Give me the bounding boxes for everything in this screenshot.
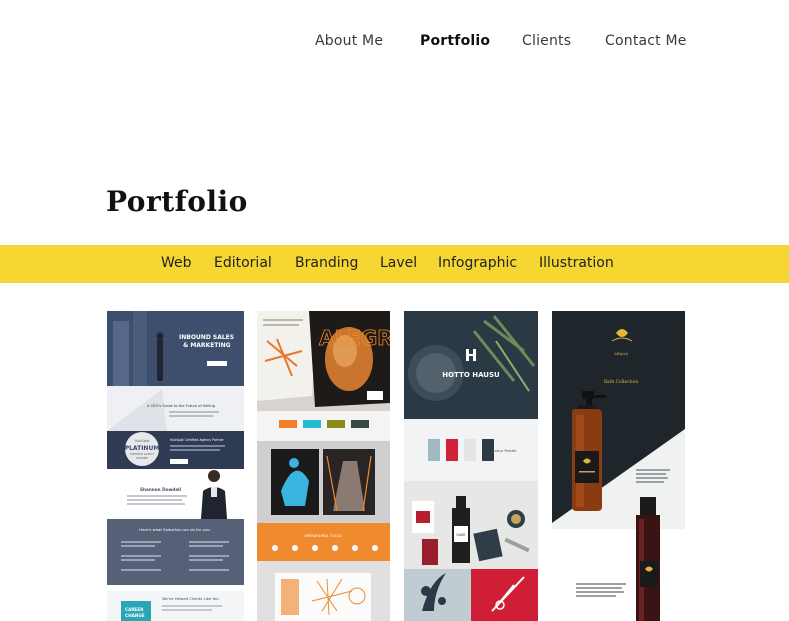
top-nav: About Me Portfolio Clients Contact Me: [0, 33, 789, 53]
web-services-title: Here's what SalesHub can do for you:: [139, 527, 210, 532]
filter-web[interactable]: Web: [161, 255, 192, 271]
label-collection: Bath Collection: [604, 380, 639, 385]
nav-about-me[interactable]: About Me: [315, 33, 383, 49]
portfolio-tile-editorial[interactable]: ALEGRE OPERATIONAL TOOLS: [257, 311, 390, 621]
branding-palette-label: Colour Palette: [492, 449, 517, 453]
filter-branding[interactable]: Branding: [295, 255, 358, 271]
nav-clients[interactable]: Clients: [522, 33, 571, 49]
editorial-section-label: OPERATIONAL TOOLS: [304, 534, 343, 538]
label-brand: Alfiyah: [613, 351, 628, 356]
web-person-name: Shannon Dowdall: [140, 487, 182, 492]
web-book-text2: CHANGE: [125, 613, 145, 618]
web-mockup: INBOUND SALES & MARKETING A CEO's Guide …: [107, 311, 244, 621]
branding-swatch-3: [464, 439, 476, 461]
branding-bottle-label: SAKE: [456, 533, 465, 537]
web-hero-line1: INBOUND SALES: [179, 334, 234, 341]
web-hero-line2: & MARKETING: [183, 342, 231, 349]
web-badge-sub1: CERTIFIED AGENCY: [130, 452, 155, 456]
web-badge-top: HubSpot: [134, 439, 150, 443]
filter-editorial[interactable]: Editorial: [214, 255, 272, 271]
web-badge-sub2: PARTNER: [136, 456, 148, 460]
web-badge-main: PLATINUM: [125, 445, 160, 452]
editorial-swatch-3: [327, 420, 345, 428]
web-book-text1: CAREER: [125, 607, 144, 612]
web-badge-side: HubSpot Certified Agency Partner: [170, 438, 224, 442]
editorial-swatch-4: [351, 420, 369, 428]
editorial-swatch-1: [279, 420, 297, 428]
portfolio-tile-label[interactable]: Alfiyah Bath Collection: [552, 311, 685, 621]
portfolio-tile-web[interactable]: INBOUND SALES & MARKETING A CEO's Guide …: [107, 311, 244, 621]
filter-illustration[interactable]: Illustration: [539, 255, 614, 271]
page-title: Portfolio: [106, 185, 248, 218]
branding-logo-text: HOTTO HAUSU: [442, 371, 500, 379]
editorial-mockup: ALEGRE OPERATIONAL TOOLS: [257, 311, 390, 621]
web-clients-title: We've Helped Clients Like You: [162, 596, 219, 601]
category-filter-bar: Web Editorial Branding Lavel Infographic…: [0, 245, 789, 283]
branding-mockup: HOTTO HAUSU Colour Palette SAKE: [404, 311, 538, 621]
filter-infographic[interactable]: Infographic: [438, 255, 517, 271]
editorial-swatch-2: [303, 420, 321, 428]
web-guide-title: A CEO's Guide to the Future of Selling: [147, 404, 215, 408]
branding-swatch-1: [428, 439, 440, 461]
nav-contact-me[interactable]: Contact Me: [605, 33, 687, 49]
filter-lavel[interactable]: Lavel: [380, 255, 417, 271]
nav-portfolio[interactable]: Portfolio: [420, 33, 490, 49]
label-mockup: Alfiyah Bath Collection: [552, 311, 685, 621]
portfolio-tile-branding[interactable]: HOTTO HAUSU Colour Palette SAKE: [404, 311, 538, 621]
editorial-cover-word: ALEGRE: [319, 326, 390, 350]
branding-swatch-2: [446, 439, 458, 461]
